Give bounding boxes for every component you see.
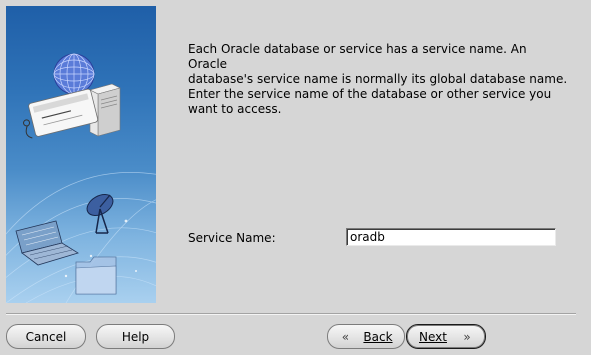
service-name-label: Service Name: [188,231,276,245]
satellite-dish-icon [86,194,114,234]
help-button-label: Help [121,329,150,344]
next-button-label: Next [419,329,447,344]
cancel-button[interactable]: Cancel [6,324,86,349]
help-button[interactable]: Help [96,324,175,349]
folder-icon [75,256,117,295]
wizard-window: Each Oracle database or service has a se… [0,0,591,355]
cancel-button-label: Cancel [25,329,67,344]
terminal-icon [15,220,79,266]
globe-icon [53,53,95,95]
service-name-description: Each Oracle database or service has a se… [188,42,568,116]
back-button-label: Back [363,329,393,344]
double-chevron-left-icon: « [341,329,350,344]
service-name-input[interactable] [346,228,556,246]
double-chevron-right-icon: » [463,329,471,344]
network-illustration [6,53,156,303]
side-illustration-panel [6,6,156,303]
name-tag-icon [23,88,99,139]
back-button[interactable]: « Back [327,324,405,349]
button-bar-separator [6,313,576,315]
next-button[interactable]: Next » [406,324,486,349]
